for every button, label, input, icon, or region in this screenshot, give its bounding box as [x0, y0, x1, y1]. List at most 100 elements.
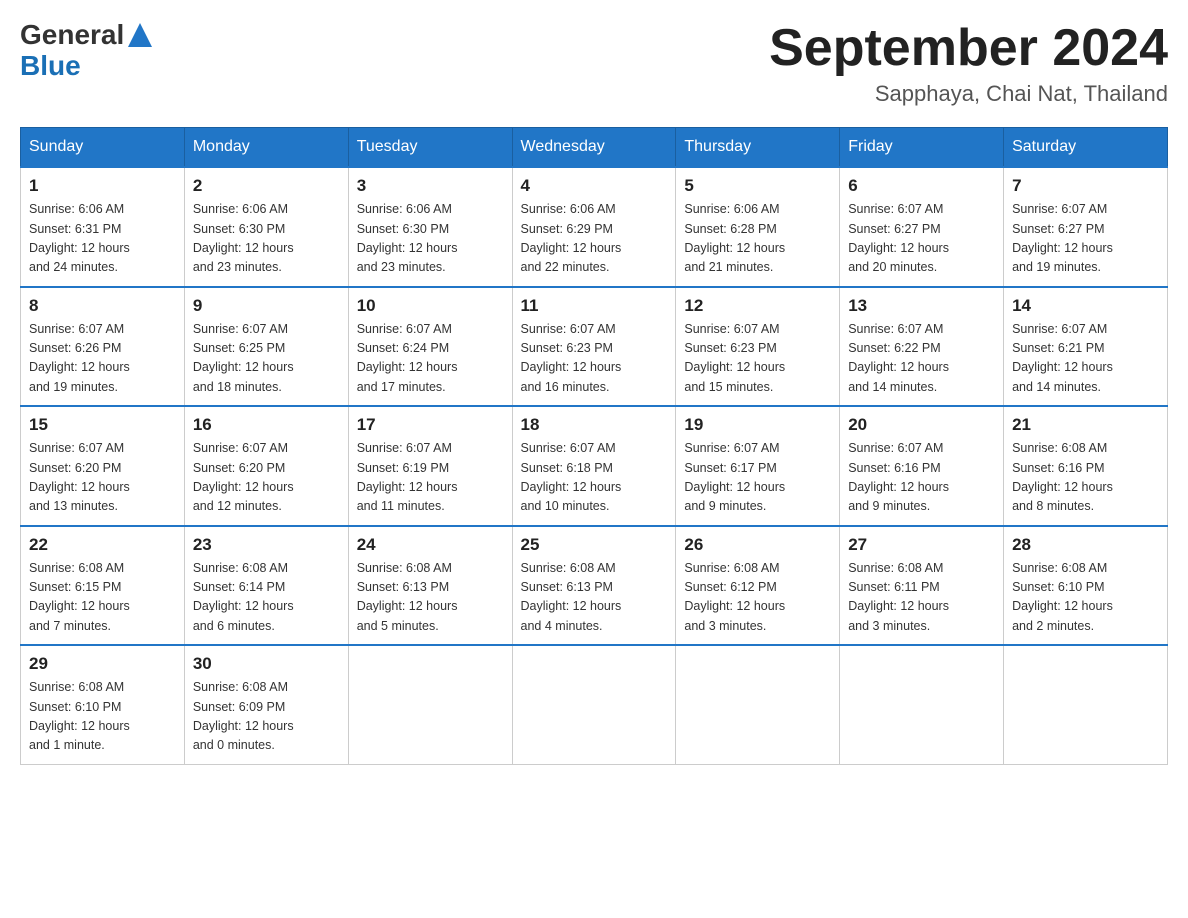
calendar-title: September 2024	[769, 20, 1168, 77]
day-number: 16	[193, 415, 340, 435]
day-number: 12	[684, 296, 831, 316]
calendar-day-cell: 19 Sunrise: 6:07 AMSunset: 6:17 PMDayligh…	[676, 406, 840, 526]
day-number: 9	[193, 296, 340, 316]
day-info: Sunrise: 6:07 AMSunset: 6:21 PMDaylight:…	[1012, 320, 1159, 398]
calendar-table: Sunday Monday Tuesday Wednesday Thursday…	[20, 127, 1168, 765]
day-info: Sunrise: 6:07 AMSunset: 6:26 PMDaylight:…	[29, 320, 176, 398]
calendar-day-cell: 26 Sunrise: 6:08 AMSunset: 6:12 PMDayligh…	[676, 526, 840, 646]
calendar-day-cell: 10 Sunrise: 6:07 AMSunset: 6:24 PMDayligh…	[348, 287, 512, 407]
calendar-subtitle: Sapphaya, Chai Nat, Thailand	[769, 81, 1168, 107]
calendar-day-cell: 25Sunrise: 6:08 AMSunset: 6:13 PMDayligh…	[512, 526, 676, 646]
calendar-day-cell	[348, 645, 512, 764]
calendar-day-cell: 30 Sunrise: 6:08 AMSunset: 6:09 PMDayligh…	[184, 645, 348, 764]
calendar-day-cell: 21Sunrise: 6:08 AMSunset: 6:16 PMDayligh…	[1004, 406, 1168, 526]
calendar-day-cell	[1004, 645, 1168, 764]
calendar-day-cell: 8 Sunrise: 6:07 AMSunset: 6:26 PMDaylight…	[21, 287, 185, 407]
day-info: Sunrise: 6:07 AMSunset: 6:22 PMDaylight:…	[848, 320, 995, 398]
calendar-day-cell	[676, 645, 840, 764]
week-row-5: 29Sunrise: 6:08 AMSunset: 6:10 PMDayligh…	[21, 645, 1168, 764]
calendar-day-cell: 16 Sunrise: 6:07 AMSunset: 6:20 PMDayligh…	[184, 406, 348, 526]
calendar-day-cell	[512, 645, 676, 764]
logo-blue-text: Blue	[20, 50, 81, 81]
col-wednesday: Wednesday	[512, 128, 676, 168]
day-number: 27	[848, 535, 995, 555]
day-number: 18	[521, 415, 668, 435]
day-number: 24	[357, 535, 504, 555]
logo: General Blue	[20, 20, 154, 82]
calendar-day-cell: 12 Sunrise: 6:07 AMSunset: 6:23 PMDayligh…	[676, 287, 840, 407]
col-friday: Friday	[840, 128, 1004, 168]
day-info: Sunrise: 6:07 AMSunset: 6:18 PMDaylight:…	[521, 439, 668, 517]
day-info: Sunrise: 6:08 AMSunset: 6:13 PMDaylight:…	[357, 559, 504, 637]
day-number: 20	[848, 415, 995, 435]
calendar-day-cell: 14 Sunrise: 6:07 AMSunset: 6:21 PMDayligh…	[1004, 287, 1168, 407]
col-saturday: Saturday	[1004, 128, 1168, 168]
day-number: 26	[684, 535, 831, 555]
day-number: 3	[357, 176, 504, 196]
calendar-day-cell: 29Sunrise: 6:08 AMSunset: 6:10 PMDayligh…	[21, 645, 185, 764]
week-row-4: 22 Sunrise: 6:08 AMSunset: 6:15 PMDayligh…	[21, 526, 1168, 646]
col-sunday: Sunday	[21, 128, 185, 168]
day-info: Sunrise: 6:07 AMSunset: 6:23 PMDaylight:…	[521, 320, 668, 398]
day-number: 28	[1012, 535, 1159, 555]
calendar-day-cell: 20 Sunrise: 6:07 AMSunset: 6:16 PMDayligh…	[840, 406, 1004, 526]
day-number: 30	[193, 654, 340, 674]
day-info: Sunrise: 6:07 AMSunset: 6:20 PMDaylight:…	[29, 439, 176, 517]
day-info: Sunrise: 6:06 AMSunset: 6:30 PMDaylight:…	[357, 200, 504, 278]
day-number: 15	[29, 415, 176, 435]
day-info: Sunrise: 6:07 AMSunset: 6:27 PMDaylight:…	[1012, 200, 1159, 278]
calendar-day-cell: 13Sunrise: 6:07 AMSunset: 6:22 PMDayligh…	[840, 287, 1004, 407]
day-info: Sunrise: 6:07 AMSunset: 6:16 PMDaylight:…	[848, 439, 995, 517]
day-number: 14	[1012, 296, 1159, 316]
day-info: Sunrise: 6:08 AMSunset: 6:10 PMDaylight:…	[1012, 559, 1159, 637]
day-number: 19	[684, 415, 831, 435]
logo-triangle-icon	[126, 21, 154, 49]
day-info: Sunrise: 6:08 AMSunset: 6:09 PMDaylight:…	[193, 678, 340, 756]
title-section: September 2024 Sapphaya, Chai Nat, Thail…	[769, 20, 1168, 107]
day-info: Sunrise: 6:07 AMSunset: 6:19 PMDaylight:…	[357, 439, 504, 517]
day-number: 2	[193, 176, 340, 196]
day-number: 10	[357, 296, 504, 316]
day-number: 11	[521, 296, 668, 316]
day-info: Sunrise: 6:07 AMSunset: 6:23 PMDaylight:…	[684, 320, 831, 398]
calendar-day-cell: 11 Sunrise: 6:07 AMSunset: 6:23 PMDayligh…	[512, 287, 676, 407]
day-info: Sunrise: 6:06 AMSunset: 6:30 PMDaylight:…	[193, 200, 340, 278]
calendar-day-cell: 9 Sunrise: 6:07 AMSunset: 6:25 PMDaylight…	[184, 287, 348, 407]
calendar-day-cell: 15 Sunrise: 6:07 AMSunset: 6:20 PMDayligh…	[21, 406, 185, 526]
day-number: 6	[848, 176, 995, 196]
day-info: Sunrise: 6:08 AMSunset: 6:10 PMDaylight:…	[29, 678, 176, 756]
day-number: 22	[29, 535, 176, 555]
calendar-day-cell: 2 Sunrise: 6:06 AMSunset: 6:30 PMDaylight…	[184, 167, 348, 287]
day-number: 7	[1012, 176, 1159, 196]
day-info: Sunrise: 6:06 AMSunset: 6:31 PMDaylight:…	[29, 200, 176, 278]
page-header: General Blue September 2024 Sapphaya, Ch…	[20, 20, 1168, 107]
col-monday: Monday	[184, 128, 348, 168]
day-number: 23	[193, 535, 340, 555]
day-info: Sunrise: 6:06 AMSunset: 6:29 PMDaylight:…	[521, 200, 668, 278]
calendar-day-cell: 23 Sunrise: 6:08 AMSunset: 6:14 PMDayligh…	[184, 526, 348, 646]
day-number: 17	[357, 415, 504, 435]
day-info: Sunrise: 6:08 AMSunset: 6:11 PMDaylight:…	[848, 559, 995, 637]
day-info: Sunrise: 6:08 AMSunset: 6:15 PMDaylight:…	[29, 559, 176, 637]
day-info: Sunrise: 6:08 AMSunset: 6:12 PMDaylight:…	[684, 559, 831, 637]
day-info: Sunrise: 6:07 AMSunset: 6:25 PMDaylight:…	[193, 320, 340, 398]
day-info: Sunrise: 6:07 AMSunset: 6:24 PMDaylight:…	[357, 320, 504, 398]
header-row: Sunday Monday Tuesday Wednesday Thursday…	[21, 128, 1168, 168]
calendar-day-cell: 5 Sunrise: 6:06 AMSunset: 6:28 PMDaylight…	[676, 167, 840, 287]
col-tuesday: Tuesday	[348, 128, 512, 168]
day-number: 8	[29, 296, 176, 316]
week-row-3: 15 Sunrise: 6:07 AMSunset: 6:20 PMDayligh…	[21, 406, 1168, 526]
day-number: 1	[29, 176, 176, 196]
day-info: Sunrise: 6:07 AMSunset: 6:20 PMDaylight:…	[193, 439, 340, 517]
day-number: 21	[1012, 415, 1159, 435]
calendar-day-cell: 27 Sunrise: 6:08 AMSunset: 6:11 PMDayligh…	[840, 526, 1004, 646]
day-info: Sunrise: 6:08 AMSunset: 6:14 PMDaylight:…	[193, 559, 340, 637]
day-info: Sunrise: 6:06 AMSunset: 6:28 PMDaylight:…	[684, 200, 831, 278]
day-number: 5	[684, 176, 831, 196]
calendar-day-cell: 24 Sunrise: 6:08 AMSunset: 6:13 PMDayligh…	[348, 526, 512, 646]
day-info: Sunrise: 6:07 AMSunset: 6:17 PMDaylight:…	[684, 439, 831, 517]
calendar-day-cell: 4Sunrise: 6:06 AMSunset: 6:29 PMDaylight…	[512, 167, 676, 287]
calendar-day-cell: 17 Sunrise: 6:07 AMSunset: 6:19 PMDayligh…	[348, 406, 512, 526]
col-thursday: Thursday	[676, 128, 840, 168]
calendar-day-cell: 7 Sunrise: 6:07 AMSunset: 6:27 PMDaylight…	[1004, 167, 1168, 287]
